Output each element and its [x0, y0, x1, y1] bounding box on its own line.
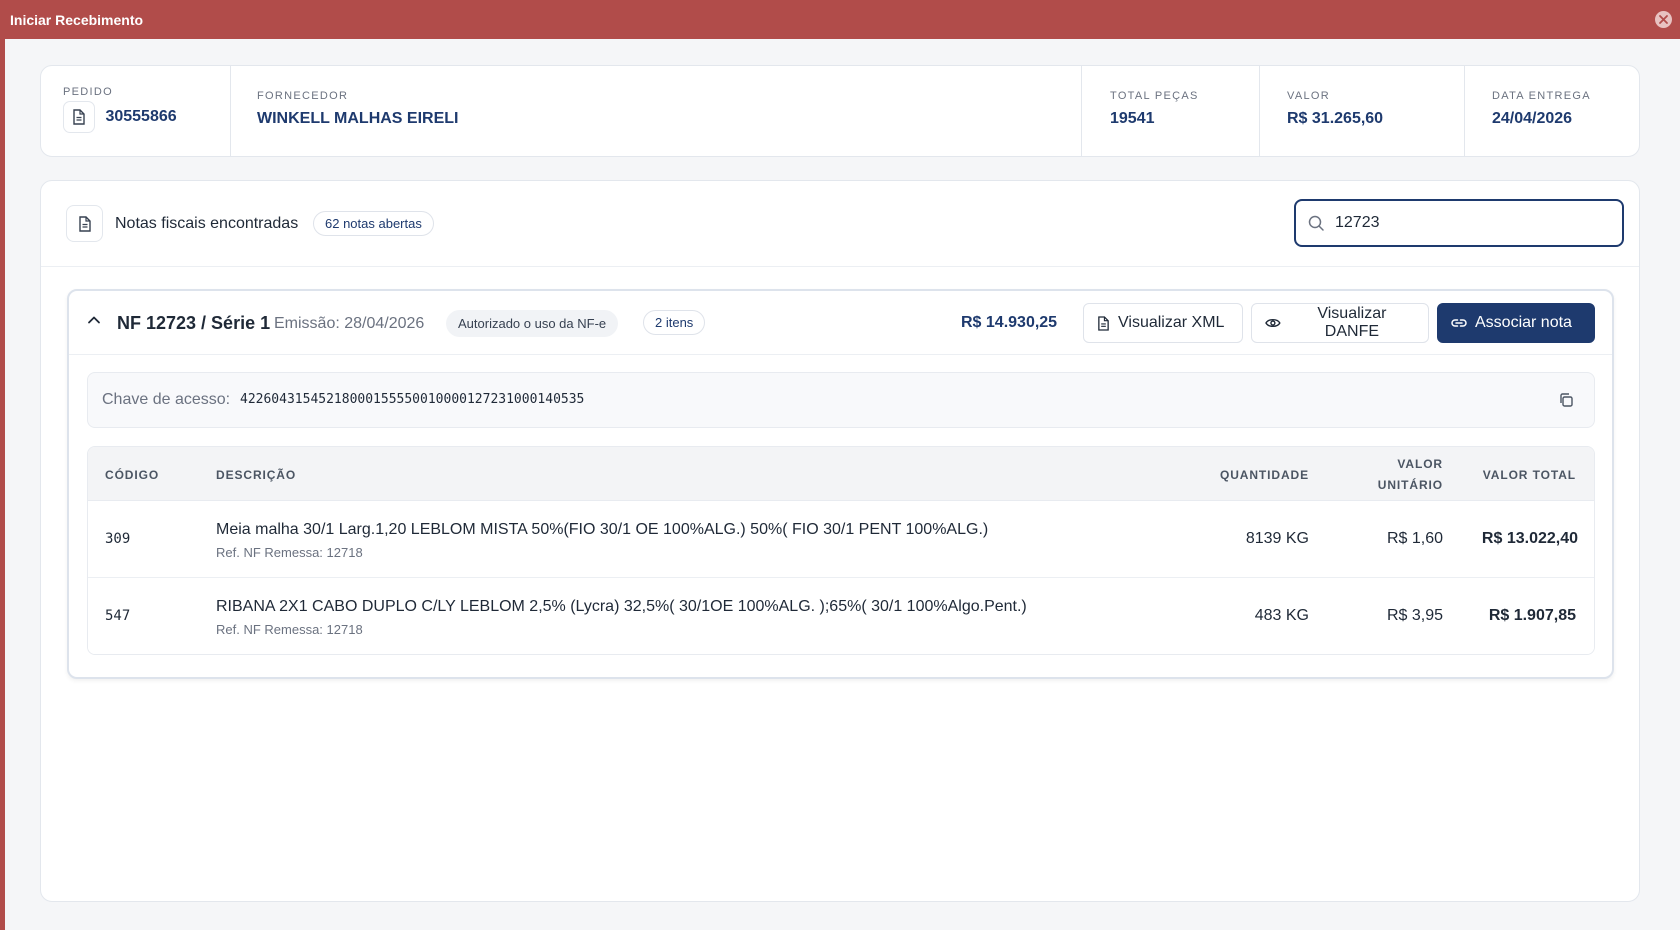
close-icon[interactable] — [1655, 11, 1672, 28]
row-descricao: RIBANA 2X1 CABO DUPLO C/LY LEBLOM 2,5% (… — [216, 598, 1027, 615]
eye-icon — [1265, 318, 1281, 328]
search-icon — [1308, 215, 1324, 231]
notas-count-badge: 62 notas abertas — [313, 211, 434, 236]
nf-header: NF 12723 / Série 1 Emissão: 28/04/2026 A… — [69, 291, 1612, 355]
row-quantidade: 483 KG — [1254, 607, 1309, 624]
col-valor-total: VALOR TOTAL — [1482, 468, 1576, 482]
nf-total: R$ 14.930,25 — [961, 314, 1058, 331]
notas-header: Notas fiscais encontradas 62 notas abert… — [41, 181, 1639, 267]
row-codigo: 309 — [105, 531, 131, 547]
document-icon — [1098, 315, 1109, 331]
nf-itens-badge: 2 itens — [643, 310, 706, 335]
view-xml-button[interactable]: Visualizar XML — [1083, 303, 1243, 343]
table-header: CÓDIGO DESCRIÇÃO QUANTIDADE VALOR UNITÁR… — [88, 447, 1594, 501]
fornecedor-cell: FORNECEDOR WINKELL MALHAS EIRELI — [231, 66, 1082, 156]
data-entrega-cell: DATA ENTREGA 24/04/2026 — [1465, 66, 1638, 156]
nf-status-badge: Autorizado o uso da NF-e — [446, 310, 619, 337]
access-key-label: Chave de acesso: — [102, 391, 231, 408]
order-summary: PEDIDO 30555866 FORNECEDOR WINKELL MALHA… — [40, 65, 1640, 157]
row-ref: Ref. NF Remessa: 12718 — [216, 622, 363, 637]
total-pecas-cell: TOTAL PEÇAS 19541 — [1082, 66, 1260, 156]
data-entrega-value: 24/04/2026 — [1492, 110, 1573, 127]
copy-icon[interactable] — [1558, 392, 1574, 408]
pedido-cell: PEDIDO 30555866 — [41, 66, 231, 156]
nf-number: NF 12723 / Série 1 — [117, 313, 271, 333]
col-codigo: CÓDIGO — [105, 468, 160, 482]
col-descricao: DESCRIÇÃO — [216, 468, 297, 482]
view-danfe-label: Visualizar DANFE — [1317, 305, 1387, 340]
view-danfe-button[interactable]: Visualizar DANFE — [1251, 303, 1429, 343]
total-pecas-label: TOTAL PEÇAS — [1110, 90, 1199, 102]
row-valor-unitario: R$ 3,95 — [1386, 607, 1443, 624]
valor-cell: VALOR R$ 31.265,60 — [1260, 66, 1465, 156]
link-icon — [1451, 319, 1467, 327]
items-table: CÓDIGO DESCRIÇÃO QUANTIDADE VALOR UNITÁR… — [87, 446, 1595, 655]
fornecedor-value: WINKELL MALHAS EIRELI — [257, 110, 459, 127]
row-codigo: 547 — [105, 608, 131, 624]
table-row[interactable]: 547 RIBANA 2X1 CABO DUPLO C/LY LEBLOM 2,… — [88, 578, 1594, 654]
associate-note-label: Associar nota — [1475, 314, 1572, 331]
table-row[interactable]: 309 Meia malha 30/1 Larg.1,20 LEBLOM MIS… — [88, 501, 1594, 578]
search-box[interactable] — [1294, 199, 1624, 247]
nf-card: NF 12723 / Série 1 Emissão: 28/04/2026 A… — [67, 289, 1614, 679]
access-key-value: 4226043154521800015555001000012723100014… — [240, 392, 585, 407]
associate-note-button[interactable]: Associar nota — [1437, 303, 1595, 343]
chevron-up-icon[interactable] — [87, 313, 101, 327]
modal-body: PEDIDO 30555866 FORNECEDOR WINKELL MALHA… — [5, 39, 1680, 930]
col-valor-unitario-2: UNITÁRIO — [1377, 478, 1443, 492]
pedido-value: 30555866 — [105, 108, 177, 125]
notas-card: Notas fiscais encontradas 62 notas abert… — [40, 180, 1640, 902]
row-quantidade: 8139 KG — [1245, 530, 1309, 547]
col-quantidade: QUANTIDADE — [1220, 468, 1309, 482]
row-valor-total: R$ 13.022,40 — [1481, 530, 1578, 547]
data-entrega-label: DATA ENTREGA — [1492, 90, 1591, 102]
col-valor-unitario-1: VALOR — [1397, 457, 1443, 471]
total-pecas-value: 19541 — [1110, 110, 1155, 127]
title-bar: Iniciar Recebimento — [0, 0, 1680, 39]
document-icon — [66, 205, 103, 242]
document-icon — [63, 101, 95, 133]
nf-emissao: Emissão: 28/04/2026 — [274, 315, 425, 332]
search-input[interactable] — [1335, 214, 1585, 232]
valor-value: R$ 31.265,60 — [1287, 110, 1384, 127]
pedido-label: PEDIDO — [63, 86, 113, 98]
window-title: Iniciar Recebimento — [10, 11, 144, 28]
row-ref: Ref. NF Remessa: 12718 — [216, 545, 363, 560]
row-valor-unitario: R$ 1,60 — [1386, 530, 1443, 547]
fornecedor-label: FORNECEDOR — [257, 90, 349, 102]
access-key-box: Chave de acesso: 42260431545218000155550… — [87, 372, 1595, 428]
row-valor-total: R$ 1.907,85 — [1488, 607, 1576, 624]
notas-title: Notas fiscais encontradas — [115, 215, 299, 232]
row-descricao: Meia malha 30/1 Larg.1,20 LEBLOM MISTA 5… — [216, 521, 989, 538]
view-xml-label: Visualizar XML — [1118, 314, 1225, 331]
valor-label: VALOR — [1287, 90, 1330, 102]
